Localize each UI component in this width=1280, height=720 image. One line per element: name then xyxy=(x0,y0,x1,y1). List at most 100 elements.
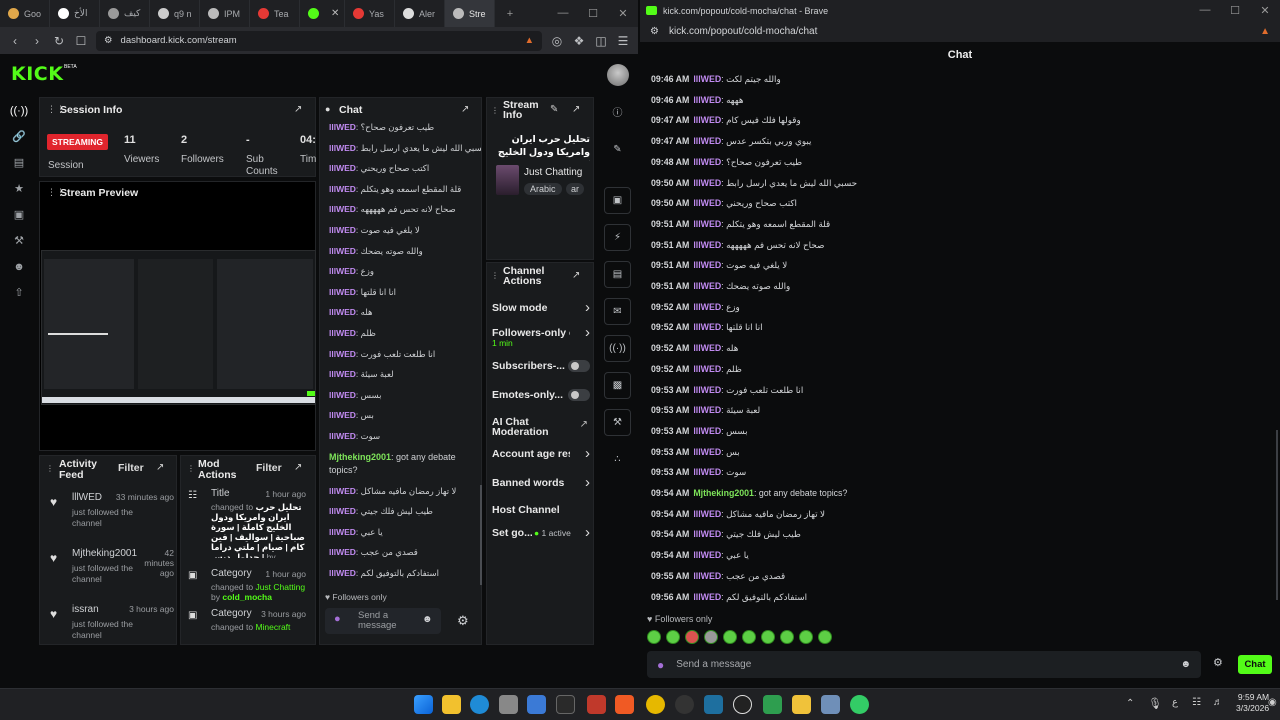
tag-chip[interactable]: Arabic xyxy=(524,183,562,195)
channel-action-item[interactable]: Banned words › xyxy=(492,474,590,491)
tray-chevron-icon[interactable]: ⌃ xyxy=(1126,698,1134,709)
chat-username[interactable]: Mjtheking2001 xyxy=(329,452,391,462)
channel-action-item[interactable]: Set go... ● 1 active › xyxy=(492,524,590,541)
avatar[interactable] xyxy=(607,64,629,86)
emote-icon[interactable] xyxy=(780,630,794,644)
chat-username[interactable]: lllWED xyxy=(693,302,721,312)
chat-username[interactable]: lllWED xyxy=(693,322,721,332)
chat-username[interactable]: lllWED xyxy=(693,447,721,457)
channel-action-item[interactable]: Subscribers-... xyxy=(492,360,590,372)
drag-handle-icon[interactable]: ⋮ xyxy=(46,464,54,473)
chat-username[interactable]: lllWED xyxy=(693,405,721,415)
tag-chip[interactable]: ar xyxy=(566,183,585,195)
preview-video[interactable] xyxy=(41,250,316,405)
activity-user[interactable]: lllWED xyxy=(72,492,102,503)
app-icon[interactable] xyxy=(763,695,782,714)
app-icon[interactable] xyxy=(527,695,546,714)
chat-username[interactable]: lllWED xyxy=(693,529,721,539)
sidebar-icon[interactable]: ◫ xyxy=(594,34,608,48)
chat-username[interactable]: lllWED xyxy=(693,136,721,146)
browser-tab[interactable]: Goo xyxy=(0,0,50,27)
activity-user[interactable]: Mjtheking2001 xyxy=(72,548,137,559)
chat-username[interactable]: lllWED xyxy=(329,527,356,537)
chat-username[interactable]: lllWED xyxy=(693,281,721,291)
back-icon[interactable]: ‹ xyxy=(8,34,22,48)
chat-username[interactable]: lllWED xyxy=(329,349,356,359)
chat-username[interactable]: lllWED xyxy=(329,506,356,516)
emote-icon[interactable]: ☻ xyxy=(1180,659,1191,670)
emote-icon[interactable] xyxy=(761,630,775,644)
broadcast-icon[interactable]: ((·)) xyxy=(604,335,631,362)
chat-username[interactable]: lllWED xyxy=(693,467,721,477)
chat-username[interactable]: lllWED xyxy=(329,410,356,420)
app-icon[interactable] xyxy=(499,695,518,714)
chat-username[interactable]: lllWED xyxy=(329,246,356,256)
mod-action-user[interactable]: cold_mocha xyxy=(222,592,272,602)
chat-username[interactable]: lllWED xyxy=(693,240,721,250)
app-icon[interactable] xyxy=(850,695,869,714)
chevron-right-icon[interactable]: › xyxy=(585,474,590,491)
browser-tab[interactable]: q9 n xyxy=(150,0,200,27)
chat-username[interactable]: lllWED xyxy=(329,163,356,173)
chat-username[interactable]: lllWED xyxy=(329,328,356,338)
browser-tab[interactable]: كيف xyxy=(100,0,150,27)
app-icon[interactable] xyxy=(587,695,606,714)
chat-username[interactable]: lllWED xyxy=(693,178,721,188)
channel-action-item[interactable]: Host Channel xyxy=(492,505,590,515)
chat-username[interactable]: lllWED xyxy=(329,266,356,276)
expand-icon[interactable]: ↗ xyxy=(294,104,302,115)
new-tab-icon[interactable]: + xyxy=(495,8,525,20)
stream-icon[interactable]: ((·)) xyxy=(10,103,28,119)
chat-username[interactable]: lllWED xyxy=(693,426,721,436)
mic-icon[interactable]: ● xyxy=(334,613,341,625)
forward-icon[interactable]: › xyxy=(30,34,44,48)
chat-input[interactable]: ● Send a message ☻ xyxy=(325,608,441,634)
start-icon[interactable] xyxy=(414,695,433,714)
app-icon[interactable] xyxy=(646,695,665,714)
file-explorer-icon[interactable] xyxy=(442,695,461,714)
close-icon[interactable]: ✕ xyxy=(1250,4,1280,17)
mic-icon[interactable]: ● xyxy=(657,658,664,672)
chevron-right-icon[interactable]: › xyxy=(585,299,590,316)
channel-action-item[interactable]: Followers-only ch1 min › xyxy=(492,324,590,348)
kick-logo[interactable]: KICK xyxy=(11,63,63,85)
wrench-icon[interactable]: ⚒ xyxy=(604,409,631,436)
app-icon[interactable] xyxy=(821,695,840,714)
nodes-icon[interactable]: ∴ xyxy=(604,447,631,474)
browser-tab[interactable]: IPM xyxy=(200,0,250,27)
expand-icon[interactable]: ↗ xyxy=(461,104,469,115)
browser-tab[interactable]: Stre xyxy=(445,0,495,27)
chat-username[interactable]: lllWED xyxy=(693,592,721,602)
obs-icon[interactable] xyxy=(675,695,694,714)
expand-icon[interactable]: ↗ xyxy=(572,104,580,115)
channel-action-item[interactable]: AI Chat Moderation ↗ xyxy=(492,417,590,437)
activity-filter-button[interactable]: Filter xyxy=(118,462,144,474)
channel-action-item[interactable]: Slow mode › xyxy=(492,299,590,316)
chat-username[interactable]: lllWED xyxy=(329,143,356,153)
category-name[interactable]: Just Chatting xyxy=(524,167,582,178)
trophy-icon[interactable]: ★ xyxy=(14,181,24,197)
mic-tray-icon[interactable]: 🎙 xyxy=(1148,697,1162,710)
chat-username[interactable]: lllWED xyxy=(693,343,721,353)
app-icon[interactable] xyxy=(792,695,811,714)
browser-tab[interactable]: Tea xyxy=(250,0,300,27)
chat-username[interactable]: lllWED xyxy=(329,204,356,214)
app-icon[interactable] xyxy=(704,695,723,714)
brave-shield-icon[interactable]: ▲ xyxy=(1260,26,1270,37)
chat-username[interactable]: lllWED xyxy=(693,74,721,84)
community-icon[interactable]: ☻ xyxy=(13,259,25,275)
chat-username[interactable]: lllWED xyxy=(693,219,721,229)
minimize-icon[interactable]: — xyxy=(1190,4,1220,17)
edit-icon[interactable]: ✎ xyxy=(550,104,558,115)
browser-tab[interactable]: الأخ xyxy=(50,0,100,27)
upload-icon[interactable]: ⇧ xyxy=(14,285,23,301)
emote-icon[interactable] xyxy=(818,630,832,644)
bookmark-icon[interactable]: ☐ xyxy=(74,34,88,48)
chat-username[interactable]: lllWED xyxy=(693,509,721,519)
mod-filter-button[interactable]: Filter xyxy=(256,462,282,474)
expand-icon[interactable]: ↗ xyxy=(156,462,164,473)
chat-username[interactable]: lllWED xyxy=(329,431,356,441)
chat-scrollbar[interactable] xyxy=(480,485,482,585)
terminal-icon[interactable] xyxy=(556,695,575,714)
emote-icon[interactable] xyxy=(704,630,718,644)
